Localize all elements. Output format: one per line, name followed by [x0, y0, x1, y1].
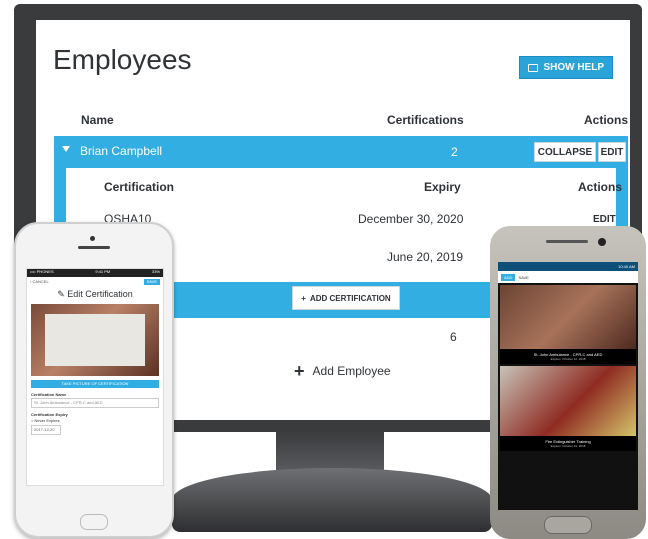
status-bar: 10:40 AM — [498, 262, 638, 271]
card-title: St. John Ambulance - CPR-C and AED — [533, 352, 603, 357]
certification-expiry: June 20, 2019 — [387, 250, 464, 264]
extinguisher-photo — [500, 366, 636, 436]
never-expires-label: Never Expires — [34, 418, 60, 423]
never-expires-option[interactable]: ○ Never Expires — [31, 418, 159, 423]
expiry-date-input[interactable]: 2017-12-20 — [31, 425, 61, 435]
certificate-photo — [31, 304, 159, 376]
plus-icon: + — [294, 361, 305, 381]
certificate-card — [45, 314, 145, 366]
show-help-button[interactable]: SHOW HELP — [519, 56, 613, 79]
column-header-cert-actions: Actions — [578, 180, 623, 194]
add-certification-label: ADD CERTIFICATION — [309, 293, 391, 303]
monitor-neck — [276, 432, 384, 472]
column-header-name[interactable]: Name — [81, 113, 114, 127]
iphone-device: •••• PHONES 9:41 PM 33% ‹ CANCEL SAVE ✎ … — [14, 222, 174, 538]
employee-row[interactable]: Brian Campbell 2 COLLAPSE EDIT — [54, 136, 628, 168]
android-screen: 10:40 AM ADD SAVE St. John Ambulance - C… — [498, 262, 638, 510]
status-bar: •••• PHONES 9:41 PM 33% — [27, 269, 163, 277]
add-employee-button[interactable]: + Add Employee — [294, 361, 391, 381]
edit-certification-button[interactable]: EDIT — [593, 214, 616, 225]
edit-certification-label: Edit Certification — [67, 289, 133, 299]
certification-card[interactable]: St. John Ambulance - CPR-C and AED Expir… — [500, 285, 636, 364]
speaker-icon — [78, 246, 110, 249]
card-subtitle: Expires: October 12, 2018 — [550, 357, 586, 361]
save-button[interactable]: SAVE — [143, 279, 160, 285]
certification-count: 6 — [450, 330, 457, 344]
share-label[interactable]: SAVE — [518, 275, 528, 280]
mobile-nav: ADD SAVE — [498, 271, 638, 283]
camera-icon — [598, 238, 606, 246]
card-title: Fire Extinguisher Training — [545, 439, 591, 444]
add-certification-button[interactable]: + ADD CERTIFICATION — [292, 286, 400, 310]
certificate-photo — [500, 285, 636, 349]
show-help-label: SHOW HELP — [543, 62, 604, 73]
column-header-expiry: Expiry — [424, 180, 461, 194]
certification-count: 2 — [451, 145, 458, 159]
certification-name-input[interactable]: St. John Ambulance - CPR-C and AED — [31, 398, 159, 408]
employee-name: Brian Campbell — [80, 144, 163, 158]
monitor-base — [172, 468, 492, 532]
android-device: 10:40 AM ADD SAVE St. John Ambulance - C… — [490, 226, 646, 539]
take-picture-button[interactable]: TAKE PICTURE OF CERTIFICATION — [31, 380, 159, 388]
certification-name-label: Certification Name — [31, 392, 67, 397]
certification-card[interactable]: Fire Extinguisher Training Expires: Octo… — [500, 366, 636, 451]
plus-icon: + — [301, 293, 306, 303]
mobile-nav: ‹ CANCEL SAVE — [27, 277, 163, 287]
speaker-icon — [546, 240, 588, 243]
home-button[interactable] — [544, 516, 592, 534]
iphone-screen: •••• PHONES 9:41 PM 33% ‹ CANCEL SAVE ✎ … — [26, 268, 164, 486]
column-header-actions: Actions — [584, 113, 629, 127]
clock-label: 9:41 PM — [95, 269, 111, 274]
column-header-certifications[interactable]: Certifications — [387, 113, 464, 127]
battery-label: 33% — [151, 269, 160, 274]
page-title: Employees — [53, 44, 192, 75]
column-header-certification: Certification — [104, 180, 175, 194]
carrier-label: •••• PHONES — [30, 269, 54, 274]
camera-icon — [90, 236, 95, 241]
home-button[interactable] — [80, 514, 108, 530]
collapse-button[interactable]: COLLAPSE — [534, 142, 596, 162]
chevron-down-icon[interactable] — [62, 146, 70, 152]
certification-expiry: December 30, 2020 — [358, 212, 464, 226]
help-icon — [528, 63, 539, 72]
edit-employee-button[interactable]: EDIT — [598, 142, 626, 162]
add-employee-label: Add Employee — [312, 364, 391, 378]
cancel-button[interactable]: ‹ CANCEL — [30, 279, 49, 285]
add-button[interactable]: ADD — [501, 273, 516, 281]
edit-certification-title: ✎ Edit Certification — [27, 289, 163, 300]
certification-expiry-label: Certification Expiry — [31, 412, 68, 417]
card-subtitle: Expires: October 31, 2018 — [550, 444, 586, 448]
edit-icon: ✎ — [57, 289, 68, 299]
